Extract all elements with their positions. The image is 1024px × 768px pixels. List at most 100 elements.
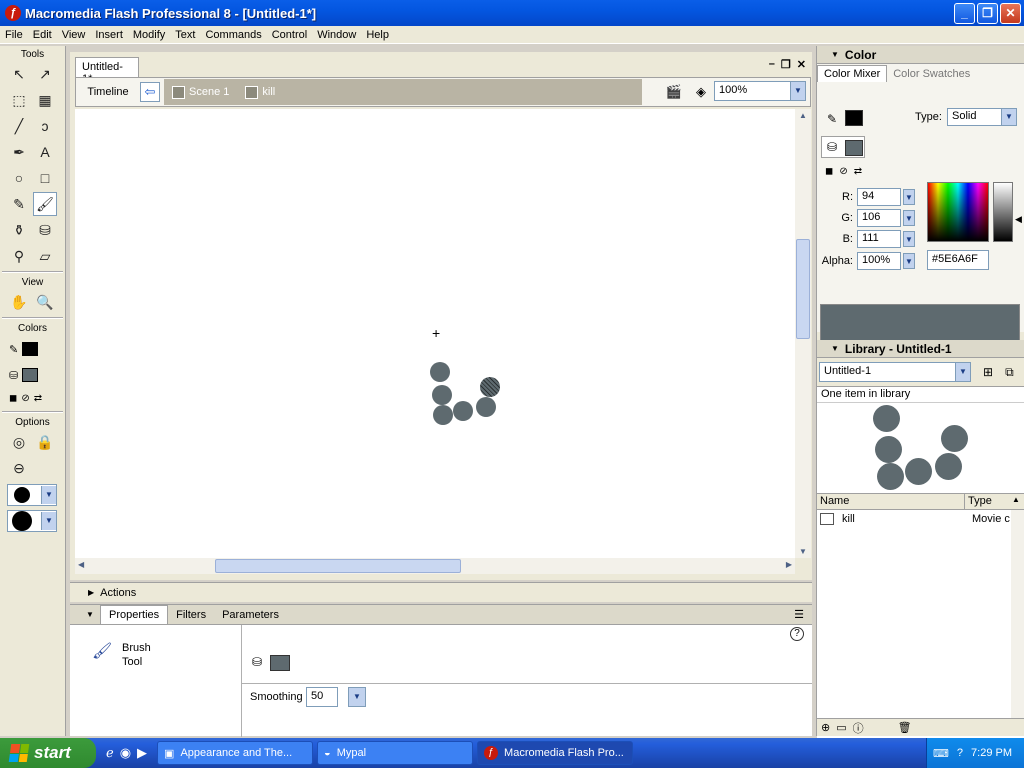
task-mypal[interactable]: ◒ Mypal (317, 741, 474, 765)
subselect-tool-icon[interactable]: ↗ (33, 62, 57, 86)
vertical-scroll-thumb[interactable] (796, 239, 810, 339)
breadcrumb-symbol[interactable]: kill (237, 85, 283, 99)
lock-fill-icon[interactable]: 🔒 (33, 430, 57, 454)
menu-help[interactable]: Help (361, 29, 394, 41)
restore-button[interactable]: ❐ (977, 3, 998, 24)
new-folder-icon[interactable]: ▭ (836, 721, 846, 734)
delete-icon[interactable]: 🗑 (898, 721, 912, 734)
tab-filters[interactable]: Filters (168, 606, 214, 624)
doc-restore-icon[interactable]: ❐ (781, 58, 791, 71)
slider-arrow-icon[interactable]: ◀ (1015, 214, 1022, 225)
blue-input[interactable]: 111 (857, 230, 901, 248)
default-colors-icon[interactable]: ◼ (825, 166, 833, 177)
pin-library-icon[interactable]: ⊞ (983, 365, 993, 379)
chevron-down-icon[interactable]: ▼ (903, 210, 915, 226)
stroke-color-swatch[interactable] (845, 110, 863, 126)
clock[interactable]: 7:29 PM (971, 747, 1012, 759)
tab-color-swatches[interactable]: Color Swatches (887, 66, 976, 82)
fill-color-swatch[interactable] (845, 140, 863, 156)
menu-edit[interactable]: Edit (28, 29, 57, 41)
chevron-down-icon[interactable]: ▼ (903, 189, 915, 205)
eyedropper-tool-icon[interactable]: ⚲ (7, 244, 31, 268)
help-tray-icon[interactable]: ? (957, 747, 963, 759)
pressure-icon[interactable]: ⊖ (7, 456, 31, 480)
start-button[interactable]: start (0, 738, 96, 768)
zoom-select[interactable]: 100% ▼ (714, 81, 806, 101)
free-transform-tool-icon[interactable]: ⬚ (7, 88, 31, 112)
stage-vertical-scrollbar[interactable]: ▲ ▼ (795, 109, 811, 558)
oval-tool-icon[interactable]: ○ (7, 166, 31, 190)
library-row-kill[interactable]: kill Movie c (817, 510, 1024, 528)
library-document-select[interactable]: Untitled-1 ▼ (819, 362, 971, 382)
sort-icon[interactable]: ▲ (1009, 494, 1023, 509)
doc-close-icon[interactable]: ✕ (797, 58, 806, 71)
edit-scene-icon[interactable]: 🎬 (666, 84, 682, 100)
keyboard-icon[interactable]: ⌨ (933, 747, 949, 760)
swap-colors-icon[interactable]: ⇄ (34, 393, 42, 404)
menu-modify[interactable]: Modify (128, 29, 170, 41)
rectangle-tool-icon[interactable]: □ (33, 166, 57, 190)
horizontal-scroll-thumb[interactable] (215, 559, 461, 573)
minimize-button[interactable]: _ (954, 3, 975, 24)
zoom-tool-icon[interactable]: 🔍 (33, 290, 57, 314)
hand-tool-icon[interactable]: ✋ (7, 290, 31, 314)
media-player-icon[interactable]: ▶ (137, 745, 147, 761)
arrow-tool-icon[interactable]: ↖ (7, 62, 31, 86)
brush-shape-dropdown[interactable]: ▼ (7, 510, 57, 532)
edit-symbols-icon[interactable]: ◈ (696, 84, 706, 100)
task-appearance[interactable]: ▣ Appearance and The... (157, 741, 314, 765)
fill-color-swatch[interactable] (270, 655, 290, 671)
menu-window[interactable]: Window (312, 29, 361, 41)
paint-bucket-tool-icon[interactable]: ⛁ (33, 218, 57, 242)
brightness-slider[interactable] (993, 182, 1013, 242)
brush-stroke-shape-selected[interactable] (480, 377, 500, 397)
color-spectrum[interactable] (927, 182, 989, 242)
new-symbol-icon[interactable]: ⊕ (821, 721, 830, 734)
no-color-icon[interactable]: ⊘ (21, 393, 29, 404)
properties-icon[interactable]: ⓘ (853, 720, 864, 736)
swap-colors-icon[interactable]: ⇄ (854, 166, 862, 177)
brush-stroke-shape[interactable] (432, 385, 452, 405)
pencil-tool-icon[interactable]: ✎ (7, 192, 31, 216)
brush-mode-icon[interactable]: ◎ (7, 430, 31, 454)
brush-stroke-shape[interactable] (476, 397, 496, 417)
alpha-input[interactable]: 100% (857, 252, 901, 270)
hex-input[interactable]: #5E6A6F (927, 250, 989, 270)
tab-properties[interactable]: Properties (100, 605, 169, 624)
document-tab[interactable]: Untitled-1* (75, 57, 139, 85)
menu-control[interactable]: Control (267, 29, 312, 41)
ink-bottle-tool-icon[interactable]: ⚱ (7, 218, 31, 242)
collapse-arrow-icon[interactable]: ▼ (86, 610, 94, 619)
menu-commands[interactable]: Commands (200, 29, 266, 41)
default-colors-icon[interactable]: ◼ (9, 393, 17, 404)
brush-stroke-shape[interactable] (430, 362, 450, 382)
stage-horizontal-scrollbar[interactable]: ◀ ▶ (75, 558, 795, 574)
stroke-color-swatch[interactable] (22, 342, 39, 356)
breadcrumb-scene[interactable]: Scene 1 (164, 85, 237, 99)
column-name[interactable]: Name (817, 494, 965, 509)
eraser-tool-icon[interactable]: ▱ (33, 244, 57, 268)
brush-size-dropdown[interactable]: ▼ (7, 484, 57, 506)
timeline-button[interactable]: Timeline (76, 86, 140, 98)
actions-panel-header[interactable]: ▶ Actions (70, 582, 812, 602)
doc-minimize-icon[interactable]: – (769, 58, 775, 71)
smoothing-dropdown-icon[interactable]: ▼ (348, 687, 366, 707)
close-button[interactable]: ✕ (1000, 3, 1021, 24)
menu-view[interactable]: View (57, 29, 91, 41)
help-icon[interactable]: ? (790, 627, 804, 641)
library-scrollbar[interactable] (1011, 510, 1024, 724)
color-panel-header[interactable]: ▼ Color (817, 46, 1024, 64)
menu-insert[interactable]: Insert (90, 29, 128, 41)
fill-transform-tool-icon[interactable]: ▦ (33, 88, 57, 112)
smoothing-input[interactable]: 50 (306, 687, 338, 707)
lasso-tool-icon[interactable]: ↄ (33, 114, 57, 138)
brush-stroke-shape[interactable] (453, 401, 473, 421)
type-select[interactable]: Solid ▼ (947, 108, 1017, 126)
pen-tool-icon[interactable]: ✒ (7, 140, 31, 164)
chevron-down-icon[interactable]: ▼ (903, 253, 915, 269)
back-arrow-icon[interactable]: ⇦ (140, 82, 160, 102)
library-panel-header[interactable]: ▼ Library - Untitled-1 (817, 340, 1024, 358)
line-tool-icon[interactable]: ╱ (7, 114, 31, 138)
explorer-icon[interactable]: ◉ (120, 745, 131, 761)
new-library-panel-icon[interactable]: ⧉ (1005, 365, 1014, 380)
